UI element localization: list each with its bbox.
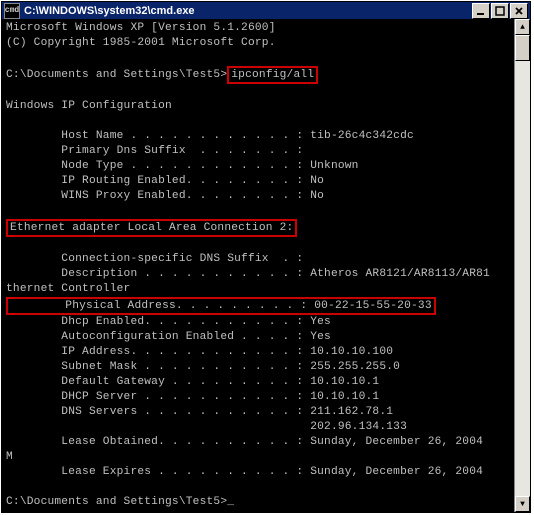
minimize-button[interactable] [472, 3, 490, 19]
wins-proxy-value: No [310, 190, 324, 202]
hostname-value: tib-26c4c342cdc [310, 130, 414, 142]
physical-address-label: Physical Address. . . . . . . . . : [10, 300, 314, 312]
terminal-output[interactable]: Microsoft Windows XP [Version 5.1.2600] … [2, 19, 514, 512]
default-gateway-value: 10.10.10.1 [310, 376, 379, 388]
dhcp-enabled-value: Yes [310, 316, 331, 328]
window-title: C:\WINDOWS\system32\cmd.exe [24, 5, 471, 17]
physical-address-value: 00-22-15-55-20-33 [314, 300, 432, 312]
wins-proxy-label: WINS Proxy Enabled. . . . . . . . : [6, 190, 310, 202]
cmd-icon: cmd [4, 3, 20, 19]
lease-obtained-cont: M [6, 451, 13, 463]
description-continued: thernet Controller [6, 283, 130, 295]
physical-address-row: Physical Address. . . . . . . . . : 00-2… [6, 297, 436, 315]
dns-server-1: 211.162.78.1 [310, 406, 393, 418]
ip-routing-value: No [310, 175, 324, 187]
subnet-mask-label: Subnet Mask . . . . . . . . . . . : [6, 361, 310, 373]
autoconfig-value: Yes [310, 331, 331, 343]
vertical-scrollbar[interactable]: ▲ ▼ [514, 19, 530, 512]
cmd-window: cmd C:\WINDOWS\system32\cmd.exe Microsof… [1, 1, 531, 513]
lease-obtained-value: Sunday, December 26, 2004 [310, 436, 483, 448]
ip-address-value: 10.10.10.100 [310, 346, 393, 358]
os-version-line: Microsoft Windows XP [Version 5.1.2600] [6, 22, 276, 34]
default-gateway-label: Default Gateway . . . . . . . . . : [6, 376, 310, 388]
node-type-label: Node Type . . . . . . . . . . . . : [6, 160, 310, 172]
dns-server-2-pad [6, 421, 310, 433]
window-controls [471, 3, 528, 19]
maximize-button[interactable] [491, 3, 509, 19]
section-windows-ip: Windows IP Configuration [6, 100, 172, 112]
description-value: Atheros AR8121/AR8113/AR81 [310, 268, 490, 280]
terminal-area: Microsoft Windows XP [Version 5.1.2600] … [2, 19, 530, 512]
section-ethernet-adapter: Ethernet adapter Local Area Connection 2… [6, 219, 297, 237]
arrow-down-icon: ▼ [520, 500, 525, 509]
subnet-mask-value: 255.255.255.0 [310, 361, 400, 373]
prompt-path-1: C:\Documents and Settings\Test5> [6, 69, 227, 81]
hostname-label: Host Name . . . . . . . . . . . . : [6, 130, 310, 142]
dns-servers-label: DNS Servers . . . . . . . . . . . : [6, 406, 310, 418]
scroll-thumb[interactable] [515, 35, 530, 61]
cursor: _ [227, 496, 234, 508]
titlebar[interactable]: cmd C:\WINDOWS\system32\cmd.exe [2, 2, 530, 19]
scroll-track[interactable] [515, 35, 530, 496]
autoconfig-label: Autoconfiguration Enabled . . . . : [6, 331, 310, 343]
conn-dns-suffix: Connection-specific DNS Suffix . : [6, 253, 303, 265]
description-label: Description . . . . . . . . . . . : [6, 268, 310, 280]
dhcp-enabled-label: Dhcp Enabled. . . . . . . . . . . : [6, 316, 310, 328]
dns-server-2: 202.96.134.133 [310, 421, 407, 433]
node-type-value: Unknown [310, 160, 358, 172]
arrow-up-icon: ▲ [520, 23, 525, 32]
scroll-up-button[interactable]: ▲ [515, 19, 530, 35]
primary-dns-suffix: Primary Dns Suffix . . . . . . . : [6, 145, 303, 157]
lease-expires-label: Lease Expires . . . . . . . . . . : [6, 466, 310, 478]
scroll-down-button[interactable]: ▼ [515, 496, 530, 512]
lease-obtained-label: Lease Obtained. . . . . . . . . . : [6, 436, 310, 448]
command-ipconfig: ipconfig/all [227, 66, 318, 84]
prompt-path-2: C:\Documents and Settings\Test5> [6, 496, 227, 508]
close-button[interactable] [510, 3, 528, 19]
copyright-line: (C) Copyright 1985-2001 Microsoft Corp. [6, 37, 276, 49]
ip-address-label: IP Address. . . . . . . . . . . . : [6, 346, 310, 358]
dhcp-server-value: 10.10.10.1 [310, 391, 379, 403]
lease-expires-value: Sunday, December 26, 2004 [310, 466, 483, 478]
ip-routing-label: IP Routing Enabled. . . . . . . . : [6, 175, 310, 187]
dhcp-server-label: DHCP Server . . . . . . . . . . . : [6, 391, 310, 403]
